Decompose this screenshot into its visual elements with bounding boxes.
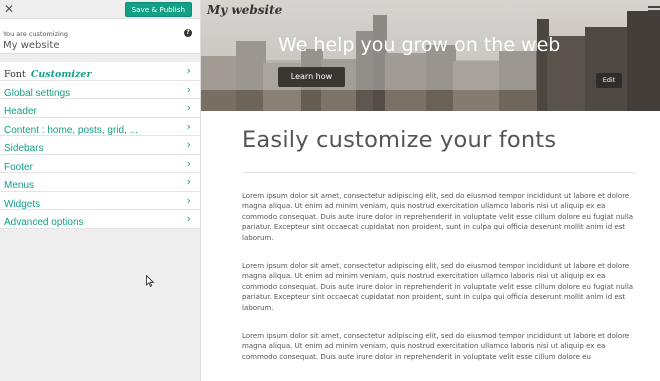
panel-content[interactable]: Content : home, posts, grid, ... › — [0, 118, 200, 136]
save-publish-button[interactable]: Save & Publish — [124, 2, 192, 17]
chevron-right-icon: › — [186, 156, 191, 170]
panel-label: Menus — [4, 180, 35, 191]
panel-label: Widgets — [4, 198, 41, 210]
close-icon[interactable]: ✕ — [0, 0, 18, 18]
panel-sidebars[interactable]: Sidebars › — [0, 136, 200, 155]
panel-global-settings[interactable]: Global settings › — [0, 81, 200, 99]
customizer-sidebar: ✕ Save & Publish You are customizing My … — [0, 0, 201, 381]
skyline-building — [585, 27, 630, 111]
hero-heading: We help you grow on the web — [278, 34, 561, 56]
customizer-topbar: ✕ Save & Publish — [0, 0, 200, 19]
body-paragraph: Lorem ipsum dolor sit amet, consectetur … — [242, 191, 634, 242]
panel-header[interactable]: Header › — [0, 99, 200, 118]
mouse-cursor-icon — [146, 275, 154, 287]
sidebar-gap — [0, 54, 200, 62]
customizer-panel-list: Font Customizer › Global settings › Head… — [0, 62, 200, 229]
customizing-label: You are customizing — [3, 30, 69, 38]
customizing-site-name: My website — [3, 40, 60, 51]
panel-label: Content : home, posts, grid, ... — [4, 124, 138, 136]
hamburger-menu-icon[interactable] — [648, 6, 660, 18]
learn-how-button[interactable]: Learn how — [278, 67, 345, 87]
body-paragraph: Lorem ipsum dolor sit amet, consectetur … — [242, 261, 634, 312]
chevron-right-icon: › — [186, 175, 191, 188]
panel-label: Header — [4, 106, 37, 117]
skyline-building — [627, 11, 660, 111]
chevron-right-icon: › — [186, 101, 191, 114]
panel-font-customizer[interactable]: Font Customizer › — [0, 62, 200, 81]
hero-banner: My website We help you grow on the web L… — [201, 0, 660, 111]
customizing-info: You are customizing My website ? — [0, 19, 200, 54]
chevron-right-icon: › — [186, 138, 191, 151]
panel-font-prefix: Font — [4, 69, 26, 80]
edit-button[interactable]: Edit — [596, 73, 622, 88]
page-content: Easily customize your fonts Lorem ipsum … — [242, 111, 636, 362]
panel-widgets[interactable]: Widgets › — [0, 192, 200, 210]
site-preview: My website We help you grow on the web L… — [201, 0, 660, 381]
panel-font-accent: Customizer — [30, 69, 92, 80]
body-paragraph: Lorem ipsum dolor sit amet, consectetur … — [242, 331, 630, 361]
chevron-right-icon: › — [186, 82, 191, 96]
panel-label: Sidebars — [4, 143, 44, 154]
site-title[interactable]: My website — [207, 3, 282, 17]
help-icon[interactable]: ? — [184, 29, 192, 37]
chevron-right-icon: › — [186, 119, 191, 133]
title-divider — [242, 172, 636, 173]
page-title: Easily customize your fonts — [242, 127, 557, 153]
chevron-right-icon: › — [186, 212, 191, 225]
panel-footer[interactable]: Footer › — [0, 155, 200, 173]
panel-label: Global settings — [4, 87, 71, 99]
panel-advanced-options[interactable]: Advanced options › — [0, 210, 200, 229]
chevron-right-icon: › — [186, 64, 191, 77]
panel-label: Advanced options — [4, 217, 84, 228]
panel-menus[interactable]: Menus › — [0, 173, 200, 192]
panel-label: Footer — [4, 161, 33, 173]
chevron-right-icon: › — [186, 193, 191, 207]
